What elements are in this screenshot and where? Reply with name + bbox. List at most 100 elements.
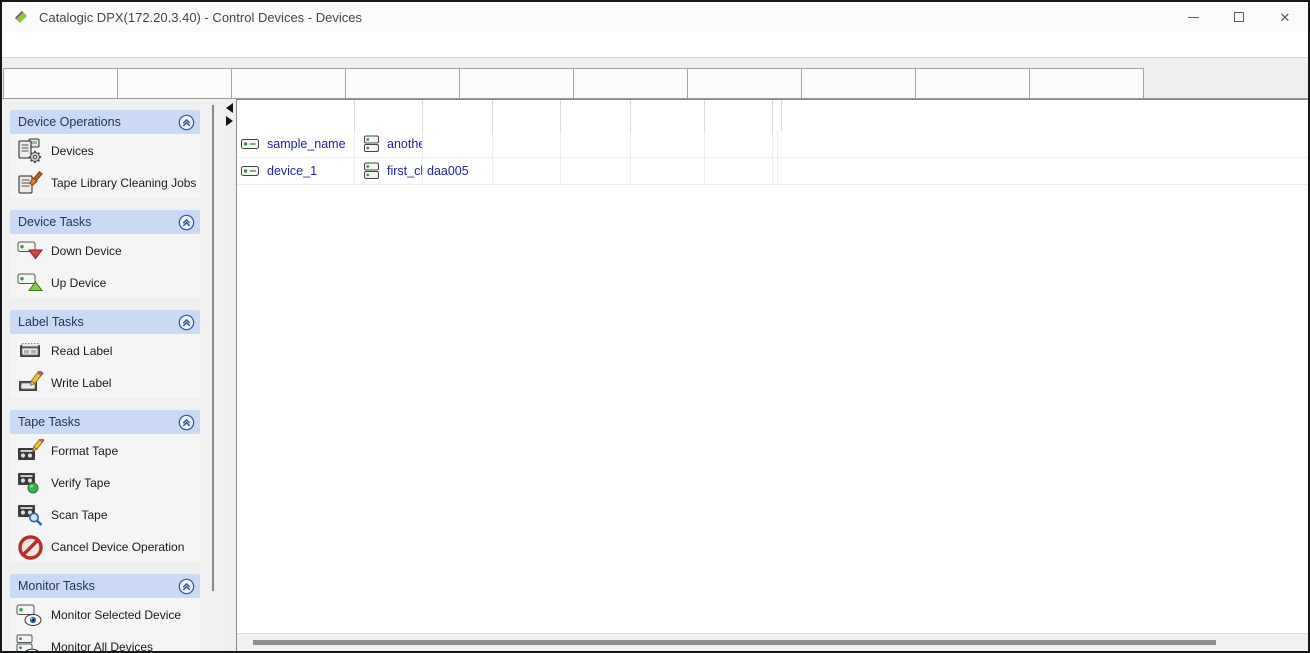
collapse-icon[interactable]: [178, 314, 195, 331]
monitor-all-devices-icon: [16, 634, 44, 651]
read-label-icon: [16, 338, 44, 364]
sidebar-item[interactable]: Monitor All Devices: [10, 632, 200, 651]
sidebar-section: Monitor Tasks Monitor Selected Device Mo…: [10, 574, 200, 651]
sidebar-section-header[interactable]: Tape Tasks: [10, 410, 200, 434]
sidebar-section-header[interactable]: Monitor Tasks: [10, 574, 200, 598]
sidebar-item[interactable]: Write Label: [10, 368, 200, 398]
tab[interactable]: [1029, 68, 1144, 98]
tab[interactable]: [801, 68, 916, 98]
sidebar-section-header[interactable]: Device Tasks: [10, 210, 200, 234]
sidebar-item[interactable]: Format Tape: [10, 436, 200, 466]
column-header[interactable]: [423, 100, 493, 131]
device-stack-icon: [363, 135, 381, 153]
collapse-icon[interactable]: [178, 578, 195, 595]
table-cell[interactable]: [493, 158, 561, 184]
sidebar-section: Device Operations Devices Tape Library C…: [10, 110, 200, 198]
section-title: Monitor Tasks: [18, 579, 95, 593]
collapse-left-icon[interactable]: [226, 103, 233, 113]
pane-splitter[interactable]: [224, 99, 236, 651]
table-cell[interactable]: first_cluster: [355, 158, 423, 184]
sidebar-item-label: Tape Library Cleaning Jobs: [51, 176, 197, 190]
table-cell[interactable]: [705, 131, 773, 157]
table-cell[interactable]: another_one: [355, 131, 423, 157]
sidebar-item-label: Scan Tape: [51, 508, 108, 522]
column-header[interactable]: [237, 100, 355, 131]
expand-right-icon[interactable]: [226, 116, 233, 126]
sidebar-item[interactable]: Up Device: [10, 268, 200, 298]
sidebar-item[interactable]: Devices: [10, 136, 200, 166]
table-cell[interactable]: [631, 131, 705, 157]
menu-item[interactable]: [60, 42, 78, 48]
section-title: Label Tasks: [18, 315, 84, 329]
table-body: sample_name another_one: [237, 131, 1308, 185]
column-header[interactable]: [493, 100, 561, 131]
table-cell[interactable]: sample_name: [237, 131, 355, 157]
maximize-button[interactable]: [1216, 2, 1262, 32]
collapse-icon[interactable]: [178, 214, 195, 231]
sidebar-item[interactable]: Monitor Selected Device: [10, 600, 200, 630]
tab[interactable]: [573, 68, 688, 98]
menu-item[interactable]: [6, 42, 24, 48]
devices-icon: [16, 138, 44, 164]
scan-tape-icon: [16, 502, 44, 528]
sidebar-item[interactable]: Cancel Device Operation: [10, 532, 200, 562]
menu-bar: [2, 32, 1308, 58]
menu-item[interactable]: [24, 42, 42, 48]
tab[interactable]: [117, 68, 232, 98]
table-cell[interactable]: [631, 158, 705, 184]
table-cell[interactable]: [561, 131, 631, 157]
menu-item[interactable]: [42, 42, 60, 48]
column-header[interactable]: [561, 100, 631, 131]
sidebar-item[interactable]: Verify Tape: [10, 468, 200, 498]
collapse-icon[interactable]: [178, 414, 195, 431]
table-cell[interactable]: [705, 158, 773, 184]
table-row[interactable]: device_1 first_cluster daa00: [237, 158, 1308, 185]
sidebar-item-label: Cancel Device Operation: [51, 540, 185, 554]
close-button[interactable]: ✕: [1262, 2, 1308, 32]
horizontal-scrollbar[interactable]: [237, 633, 1308, 651]
tab[interactable]: [687, 68, 802, 98]
column-header[interactable]: [773, 100, 782, 131]
tab[interactable]: [459, 68, 574, 98]
table-row[interactable]: sample_name another_one: [237, 131, 1308, 158]
sidebar-scrollbar[interactable]: [202, 99, 224, 651]
device-icon: [241, 164, 261, 178]
sidebar-item[interactable]: Scan Tape: [10, 500, 200, 530]
table-cell[interactable]: [423, 131, 493, 157]
task-sidebar: Device Operations Devices Tape Library C…: [2, 99, 202, 651]
up-device-icon: [16, 270, 44, 296]
table-cell[interactable]: device_1: [237, 158, 355, 184]
sidebar-section: Tape Tasks Format Tape Verify Tape Scan …: [10, 410, 200, 562]
table-cell[interactable]: daa005: [423, 158, 493, 184]
column-header[interactable]: [705, 100, 773, 131]
column-header[interactable]: [631, 100, 705, 131]
verify-tape-icon: [16, 470, 44, 496]
sidebar-item[interactable]: Down Device: [10, 236, 200, 266]
write-label-icon: [16, 370, 44, 396]
tab[interactable]: [345, 68, 460, 98]
sidebar-section: Label Tasks Read Label Write Label: [10, 310, 200, 398]
sidebar-item-label: Devices: [51, 144, 94, 158]
sidebar-item-label: Read Label: [51, 344, 113, 358]
cancel-operation-icon: [16, 534, 44, 560]
minimize-button[interactable]: [1170, 2, 1216, 32]
tab[interactable]: [3, 68, 118, 98]
sidebar-section-header[interactable]: Device Operations: [10, 110, 200, 134]
sidebar-item[interactable]: Tape Library Cleaning Jobs: [10, 168, 200, 198]
horizontal-scrollbar-thumb[interactable]: [253, 640, 1216, 645]
monitor-device-icon: [16, 602, 44, 628]
sidebar-item-label: Up Device: [51, 276, 107, 290]
sidebar-scrollbar-thumb[interactable]: [212, 105, 214, 591]
table-cell[interactable]: [493, 131, 561, 157]
section-title: Tape Tasks: [18, 415, 81, 429]
maximize-icon: [1234, 12, 1244, 22]
cell-text: device_1: [267, 164, 318, 178]
column-header[interactable]: [355, 100, 423, 131]
tab[interactable]: [231, 68, 346, 98]
table-cell[interactable]: [561, 158, 631, 184]
tab[interactable]: [915, 68, 1030, 98]
collapse-icon[interactable]: [178, 114, 195, 131]
minimize-icon: [1187, 16, 1199, 18]
sidebar-item[interactable]: Read Label: [10, 336, 200, 366]
sidebar-section-header[interactable]: Label Tasks: [10, 310, 200, 334]
